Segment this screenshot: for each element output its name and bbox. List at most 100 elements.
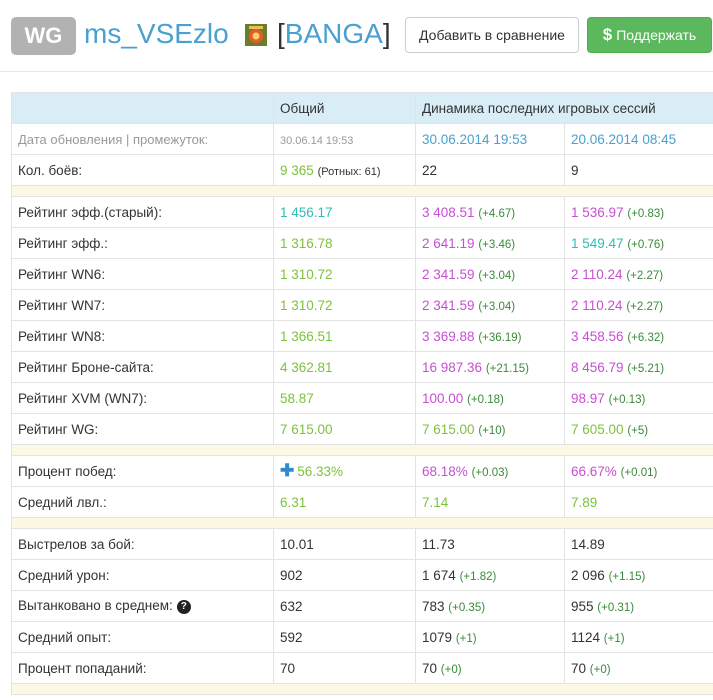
win-row-session-1-value: 7.14 <box>422 494 449 510</box>
combat-row-session-1-value: 11.73 <box>422 536 455 552</box>
date-overall: 30.06.14 19:53 <box>273 123 416 155</box>
player-nickname[interactable]: ms_VSEzlo <box>84 18 229 50</box>
add-to-compare-button[interactable]: Добавить в сравнение <box>405 17 579 53</box>
session-1-date-link[interactable]: 30.06.2014 19:53 <box>422 132 527 147</box>
clan-bracket-close: ] <box>382 18 391 49</box>
combat-row-label: Средний урон: <box>11 559 274 591</box>
combat-row-session-1-delta: (+0.35) <box>448 601 486 614</box>
rating-row-overall: 1 316.78 <box>273 227 416 259</box>
rating-row-session-2: 1 536.97 (+0.83) <box>563 196 713 228</box>
row-label-text: Средний урон: <box>18 567 110 583</box>
rating-row-session-2-delta: (+0.76) <box>627 238 665 251</box>
combat-row-session-2-delta: (+0.31) <box>597 601 635 614</box>
rating-row-overall: 1 310.72 <box>273 289 416 321</box>
combat-row-session-1: 70 (+0) <box>415 652 565 684</box>
win-row-overall: 6.31 <box>273 486 416 518</box>
rating-row-overall: 4 362.81 <box>273 351 416 383</box>
rating-row-overall: 7 615.00 <box>273 413 416 445</box>
section-spacer-wins <box>10 444 713 456</box>
combat-row-session-1: 783 (+0.35) <box>415 590 565 622</box>
plus-icon[interactable]: ✚ <box>280 461 294 480</box>
combat-row-session-2-value: 1124 <box>571 629 601 645</box>
rating-row: Рейтинг эфф.(старый): 1 456.17 3 408.51 (+… <box>11 196 713 228</box>
combat-row-session-2-value: 2 096 <box>571 567 605 583</box>
rating-row-session-1-delta: (+3.46) <box>478 238 516 251</box>
combat-row-session-1-value: 1079 <box>422 629 453 645</box>
win-row-session-1: 7.14 <box>415 486 565 518</box>
stats-table: Общий Динамика последних игровых сессий … <box>10 92 713 695</box>
rating-row-session-2-value: 2 110.24 <box>571 266 623 282</box>
battles-overall: 9 365 (Ротных: 61) <box>273 154 416 186</box>
session-2-date-link[interactable]: 20.06.2014 08:45 <box>571 132 676 147</box>
header-label-column <box>11 92 274 124</box>
combat-row-session-2-delta: (+1.15) <box>608 570 646 583</box>
date-overall-value: 30.06.14 19:53 <box>280 134 354 147</box>
question-circle-icon[interactable]: ? <box>176 600 191 614</box>
rating-row-overall-value: 1 310.72 <box>280 266 333 282</box>
rating-row-session-1: 2 341.59 (+3.04) <box>415 258 565 290</box>
rating-row-session-1-value: 100.00 <box>422 390 464 406</box>
rating-row: Рейтинг WN6: 1 310.72 2 341.59 (+3.04) 2 11… <box>11 258 713 290</box>
rating-row-session-2-value: 98.97 <box>571 390 605 406</box>
rating-row-label: Рейтинг эфф.: <box>11 227 274 259</box>
combat-row-session-2-delta: (+0) <box>589 663 611 676</box>
row-label-text: Рейтинг XVM (WN7): <box>18 390 148 406</box>
rating-row-session-2: 2 110.24 (+2.27) <box>563 258 713 290</box>
support-button[interactable]: $ Поддержать <box>587 17 712 53</box>
combat-row-label: Выстрелов за бой: <box>11 528 274 560</box>
row-label-text: Рейтинг эфф.(старый): <box>18 204 162 220</box>
rating-row-session-1: 3 369.88 (+36.19) <box>415 320 565 352</box>
combat-row-overall-value: 70 <box>280 660 296 676</box>
date-row: Дата обновления | промежуток: 30.06.14 1… <box>11 123 713 155</box>
rating-row-session-2-delta: (+5) <box>627 424 649 437</box>
rating-row-session-2-value: 1 536.97 <box>571 204 624 220</box>
combat-row-session-2-value: 14.89 <box>571 536 605 552</box>
combat-row-overall: 902 <box>273 559 416 591</box>
combat-row-session-1-delta: (+1) <box>455 632 477 645</box>
date-session-1[interactable]: 30.06.2014 19:53 <box>415 123 565 155</box>
rating-row-overall: 1 456.17 <box>273 196 416 228</box>
rating-row-session-2: 7 605.00 (+5) <box>563 413 713 445</box>
combat-row-session-2: 2 096 (+1.15) <box>563 559 713 591</box>
rating-row-session-1: 100.00 (+0.18) <box>415 382 565 414</box>
row-label-text: Рейтинг WN6: <box>18 266 106 282</box>
rating-row-label: Рейтинг Броне-сайта: <box>11 351 274 383</box>
rating-row-label: Рейтинг эфф.(старый): <box>11 196 274 228</box>
clan-tag-link[interactable]: [BANGA] <box>277 18 391 50</box>
combat-row-session-1-value: 1 674 <box>422 567 456 583</box>
clan-emblem-icon[interactable] <box>245 24 267 46</box>
battles-session-2: 9 <box>563 154 713 186</box>
win-row: Средний лвл.: 6.31 7.14 7.89 <box>11 486 713 518</box>
rating-row-session-1: 7 615.00 (+10) <box>415 413 565 445</box>
date-session-2[interactable]: 20.06.2014 08:45 <box>563 123 713 155</box>
combat-row: Процент попаданий: 70 70 (+0) 70 (+0) <box>11 652 713 684</box>
row-label-text: Процент попаданий: <box>18 660 147 676</box>
rating-row-overall: 1 310.72 <box>273 258 416 290</box>
row-label-text: Рейтинг WG: <box>18 421 99 437</box>
win-row-session-2-delta: (+0.01) <box>620 466 658 479</box>
win-row-label: Средний лвл.: <box>11 486 274 518</box>
section-divider <box>10 185 713 197</box>
battles-row: Кол. боёв: 9 365 (Ротных: 61) 22 9 <box>11 154 713 186</box>
battles-overall-value: 9 365 <box>280 162 314 178</box>
rating-row-session-2-delta: (+0.83) <box>627 207 665 220</box>
rating-row-label: Рейтинг WG: <box>11 413 274 445</box>
combat-row: Средний урон: 902 1 674 (+1.82) 2 096 (+1.1… <box>11 559 713 591</box>
win-row-session-2: 7.89 <box>563 486 713 518</box>
combat-row-session-2: 14.89 <box>563 528 713 560</box>
dollar-icon: $ <box>602 25 613 44</box>
win-row-session-1: 68.18% (+0.03) <box>415 455 565 487</box>
rating-row-session-1: 16 987.36 (+21.15) <box>415 351 565 383</box>
rating-row: Рейтинг XVM (WN7): 58.87 100.00 (+0.18) 98.… <box>11 382 713 414</box>
rating-row-session-1-delta: (+10) <box>478 424 506 437</box>
row-label-text: Вытанковано в среднем: <box>18 598 173 613</box>
battles-company-count: (Ротных: 61) <box>317 165 381 178</box>
combat-row-session-1-delta: (+0) <box>440 663 462 676</box>
rating-row-session-1: 2 341.59 (+3.04) <box>415 289 565 321</box>
win-row-session-2: 66.67% (+0.01) <box>563 455 713 487</box>
rating-row: Рейтинг WN7: 1 310.72 2 341.59 (+3.04) 2 11… <box>11 289 713 321</box>
date-label: Дата обновления | промежуток: <box>11 123 274 155</box>
rating-row-session-2: 8 456.79 (+5.21) <box>563 351 713 383</box>
combat-row-overall: 632 <box>273 590 416 622</box>
rating-row-session-1-value: 7 615.00 <box>422 421 475 437</box>
